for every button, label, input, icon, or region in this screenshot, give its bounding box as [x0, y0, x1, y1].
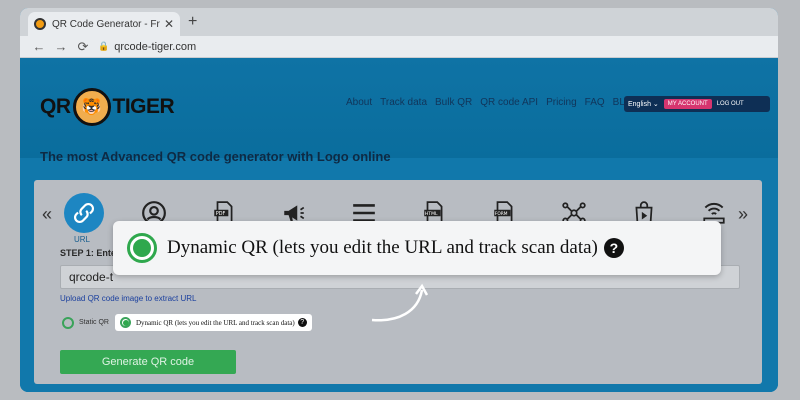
- static-qr-radio[interactable]: [62, 316, 74, 329]
- tab-bar: QR Code Generator - Free Custom ✕ +: [20, 8, 778, 36]
- link-icon: [74, 203, 94, 223]
- generate-qr-button[interactable]: Generate QR code: [60, 350, 236, 374]
- menu-item-about[interactable]: About: [346, 97, 372, 108]
- logo-text-right: TIGER: [112, 95, 175, 118]
- prev-arrow-button[interactable]: «: [42, 204, 52, 225]
- address-bar: ← → ⟳ 🔒 qrcode-tiger.com: [20, 36, 778, 58]
- language-select[interactable]: English ⌄: [628, 100, 659, 108]
- menu-item-faq[interactable]: FAQ: [585, 97, 605, 108]
- tool-url[interactable]: [64, 193, 104, 233]
- qr-type-options: Static QR Dynamic QR (lets you edit the …: [62, 314, 312, 331]
- logout-button[interactable]: LOG OUT: [717, 101, 744, 107]
- next-arrow-button[interactable]: »: [738, 204, 748, 225]
- back-button[interactable]: ←: [28, 39, 50, 54]
- my-account-button[interactable]: MY ACCOUNT: [663, 99, 712, 109]
- tab-title: QR Code Generator - Free Custom: [52, 18, 160, 30]
- lock-icon: 🔒: [98, 41, 110, 51]
- svg-text:FORM: FORM: [495, 211, 508, 217]
- main-menu: About Track data Bulk QR QR code API Pri…: [346, 97, 640, 108]
- svg-text:PDF: PDF: [216, 211, 226, 217]
- new-tab-button[interactable]: +: [188, 13, 197, 31]
- close-tab-icon[interactable]: ✕: [164, 17, 174, 31]
- menu-item-track-data[interactable]: Track data: [380, 97, 427, 108]
- browser-tab[interactable]: QR Code Generator - Free Custom ✕: [28, 12, 180, 36]
- forward-button[interactable]: →: [50, 39, 72, 54]
- tiger-favicon-icon: [34, 18, 46, 30]
- callout-text: Dynamic QR (lets you edit the URL and tr…: [167, 237, 598, 258]
- help-icon[interactable]: ?: [297, 318, 307, 327]
- account-bar: English ⌄ MY ACCOUNT LOG OUT: [624, 96, 770, 112]
- callout-radio-icon: [127, 233, 157, 263]
- dynamic-qr-label: Dynamic QR (lets you edit the URL and tr…: [135, 318, 295, 327]
- static-qr-label: Static QR: [79, 319, 109, 326]
- reload-button[interactable]: ⟳: [72, 39, 94, 55]
- menu-item-qr-api[interactable]: QR code API: [480, 97, 538, 108]
- url-field[interactable]: 🔒 qrcode-tiger.com: [98, 41, 196, 53]
- dynamic-qr-callout: Dynamic QR (lets you edit the URL and tr…: [113, 221, 721, 275]
- curved-arrow-icon: [371, 283, 429, 322]
- url-text: qrcode-tiger.com: [114, 40, 197, 53]
- upload-qr-link[interactable]: Upload QR code image to extract URL: [60, 294, 197, 303]
- logo-text-left: QR: [40, 95, 71, 118]
- dynamic-qr-option[interactable]: Dynamic QR (lets you edit the URL and tr…: [114, 314, 312, 331]
- dynamic-qr-radio[interactable]: [119, 317, 131, 328]
- menu-item-pricing[interactable]: Pricing: [546, 97, 577, 108]
- svg-text:HTML: HTML: [425, 211, 438, 217]
- tiger-logo-icon: 🐯: [72, 88, 111, 126]
- browser-window: QR Code Generator - Free Custom ✕ + ← → …: [20, 8, 778, 392]
- site-header: QR 🐯 TIGER About Track data Bulk QR QR c…: [20, 58, 778, 164]
- page-title: The most Advanced QR code generator with…: [40, 149, 391, 164]
- menu-item-bulk-qr[interactable]: Bulk QR: [435, 97, 472, 108]
- step-label: STEP 1: Ente: [60, 248, 116, 258]
- site-logo[interactable]: QR 🐯 TIGER: [40, 88, 175, 126]
- callout-help-icon: ?: [603, 238, 624, 258]
- tool-url-label: URL: [74, 235, 91, 244]
